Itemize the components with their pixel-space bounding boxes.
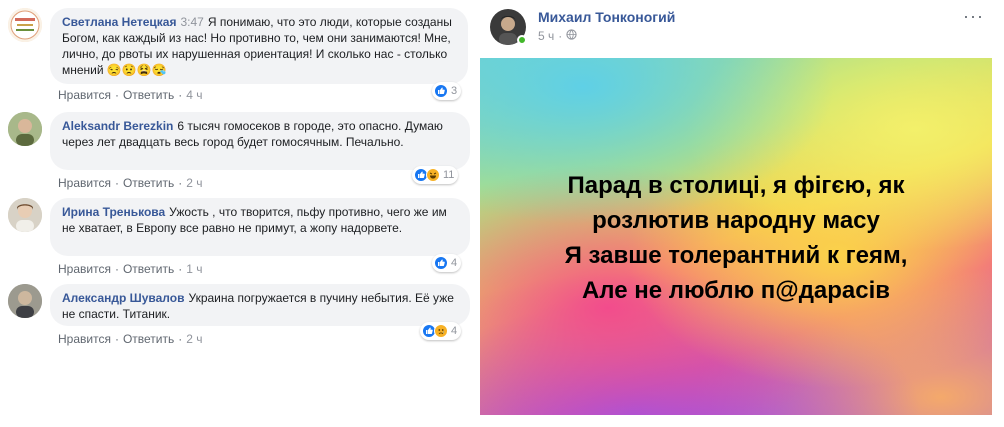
globe-icon[interactable] bbox=[566, 29, 577, 43]
post-text-line: Але не люблю п@дарасів bbox=[581, 277, 891, 304]
avatar[interactable] bbox=[8, 284, 42, 318]
reaction-count: 4 bbox=[451, 257, 458, 269]
like-reaction-icon bbox=[434, 256, 448, 270]
post-meta: 5 ч · bbox=[538, 29, 577, 43]
comment-actions: Нравится · Ответить · 2 ч bbox=[58, 176, 203, 190]
post-author-name[interactable]: Михаил Тонконогий bbox=[538, 9, 675, 25]
comment-age[interactable]: 4 ч bbox=[186, 88, 202, 102]
post-background: Парад в столиці, я фігєю, як розлютив на… bbox=[480, 58, 992, 415]
like-link[interactable]: Нравится bbox=[58, 262, 111, 276]
post-time[interactable]: 5 ч bbox=[538, 29, 554, 43]
comment-bubble: Aleksandr Berezkin 6 тысяч гомосеков в го… bbox=[50, 112, 470, 170]
reaction-summary[interactable]: 11 bbox=[412, 166, 459, 184]
post-text: Парад в столиці, я фігєю, як розлютив на… bbox=[480, 168, 992, 308]
avatar[interactable] bbox=[8, 198, 42, 232]
sad-reaction-icon bbox=[434, 324, 448, 338]
comment-actions: Нравится · Ответить · 4 ч bbox=[58, 88, 203, 102]
reply-link[interactable]: Ответить bbox=[123, 262, 174, 276]
comment-author[interactable]: Aleksandr Berezkin bbox=[62, 119, 173, 133]
post-text-line: Я завше толерантний к геям, bbox=[564, 242, 908, 269]
comment-author[interactable]: Александр Шувалов bbox=[62, 291, 184, 305]
like-link[interactable]: Нравится bbox=[58, 332, 111, 346]
comment-inline-time: 3:47 bbox=[180, 15, 204, 29]
comment-bubble: Ирина Тренькова Ужость , что творится, пь… bbox=[50, 198, 470, 256]
comment-actions: Нравится · Ответить · 1 ч bbox=[58, 262, 203, 276]
reaction-summary[interactable]: 3 bbox=[432, 82, 462, 100]
online-status-indicator bbox=[517, 35, 527, 45]
comment-actions: Нравится · Ответить · 2 ч bbox=[58, 332, 203, 346]
comment-age[interactable]: 2 ч bbox=[186, 176, 202, 190]
reaction-summary[interactable]: 4 bbox=[432, 254, 462, 272]
like-link[interactable]: Нравится bbox=[58, 176, 111, 190]
reply-link[interactable]: Ответить bbox=[123, 176, 174, 190]
reaction-count: 4 bbox=[451, 325, 458, 337]
like-link[interactable]: Нравится bbox=[58, 88, 111, 102]
comment-age[interactable]: 2 ч bbox=[186, 332, 202, 346]
comments-panel: Светлана Нетецкая 3:47 Я понимаю, что это … bbox=[0, 0, 470, 427]
avatar[interactable] bbox=[8, 112, 42, 146]
post-text-line: Парад в столиці, я фігєю, як bbox=[567, 172, 905, 199]
like-reaction-icon bbox=[434, 84, 448, 98]
more-options-button[interactable]: ··· bbox=[963, 6, 984, 27]
reply-link[interactable]: Ответить bbox=[123, 332, 174, 346]
comment-author[interactable]: Ирина Тренькова bbox=[62, 205, 165, 219]
reply-link[interactable]: Ответить bbox=[123, 88, 174, 102]
reaction-count: 11 bbox=[443, 169, 455, 181]
haha-reaction-icon bbox=[426, 168, 440, 182]
post: Михаил Тонконогий 5 ч · ··· Парад в стол… bbox=[470, 0, 1004, 427]
comment-bubble: Александр Шувалов Украина погружается в п… bbox=[50, 284, 470, 326]
reaction-count: 3 bbox=[451, 85, 458, 97]
reaction-summary[interactable]: 4 bbox=[420, 322, 462, 340]
comment-age[interactable]: 1 ч bbox=[186, 262, 202, 276]
comment-author[interactable]: Светлана Нетецкая bbox=[62, 15, 176, 29]
avatar[interactable] bbox=[8, 8, 42, 42]
post-text-line: розлютив народну масу bbox=[592, 207, 880, 234]
comment-bubble: Светлана Нетецкая 3:47 Я понимаю, что это … bbox=[50, 8, 468, 84]
post-meta-separator: · bbox=[558, 29, 563, 43]
